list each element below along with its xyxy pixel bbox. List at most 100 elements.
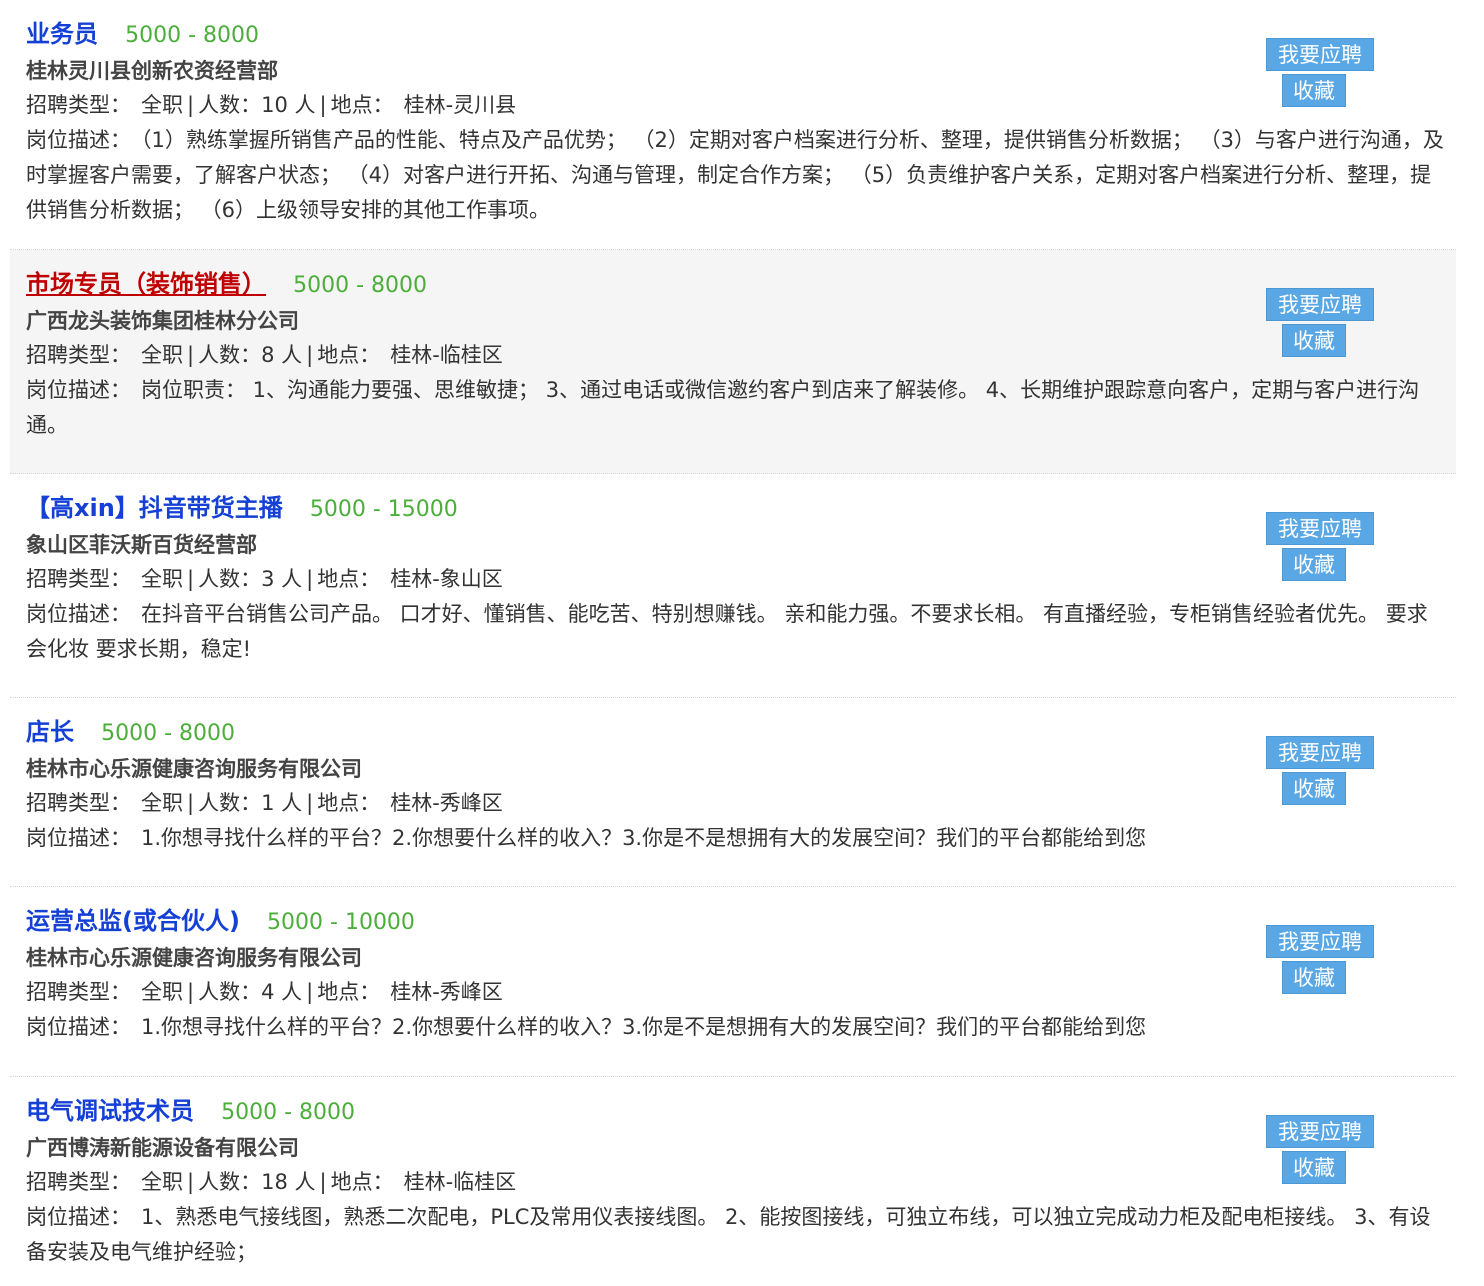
- job-actions: 我要应聘 收藏: [1266, 512, 1374, 581]
- job-description: 岗位描述： 岗位职责： 1、沟通能力要强、思维敏捷； 3、通过电话或微信邀约客户到…: [26, 373, 1456, 443]
- separator: |: [306, 791, 314, 815]
- location-label: 地点：: [317, 343, 381, 367]
- location-label: 地点：: [317, 791, 381, 815]
- count-unit: 人: [294, 93, 316, 117]
- location-label: 地点：: [330, 1170, 394, 1194]
- job-item: 店长 5000 - 8000 桂林市心乐源健康咨询服务有限公司 招聘类型： 全职 |…: [10, 698, 1456, 887]
- desc-label: 岗位描述：: [26, 602, 131, 626]
- count-label: 人数：: [198, 791, 262, 815]
- separator: |: [306, 567, 314, 591]
- job-title-link[interactable]: 业务员: [26, 20, 98, 48]
- job-location: 桂林-秀峰区: [390, 791, 503, 815]
- job-actions: 我要应聘 收藏: [1266, 38, 1374, 107]
- job-count: 10: [261, 93, 288, 117]
- count-unit: 人: [281, 343, 303, 367]
- job-title-link[interactable]: 【高xin】抖音带货主播: [26, 494, 283, 522]
- job-actions: 我要应聘 收藏: [1266, 925, 1374, 994]
- job-meta: 招聘类型： 全职 | 人数：18 人 | 地点： 桂林-临桂区: [26, 1165, 1456, 1200]
- job-location: 桂林-象山区: [390, 567, 503, 591]
- count-label: 人数：: [198, 343, 262, 367]
- company-name: 象山区菲沃斯百货经营部: [26, 533, 257, 557]
- favorite-button[interactable]: 收藏: [1282, 1151, 1346, 1184]
- job-salary: 5000 - 10000: [267, 910, 415, 935]
- type-label: 招聘类型：: [26, 791, 131, 815]
- separator: |: [319, 1170, 327, 1194]
- count-label: 人数：: [198, 980, 262, 1004]
- desc-label: 岗位描述：: [26, 128, 131, 152]
- count-label: 人数：: [198, 1170, 262, 1194]
- desc-label: 岗位描述：: [26, 1205, 131, 1229]
- job-title-row: 运营总监(或合伙人) 5000 - 10000: [26, 901, 1456, 941]
- company-name: 桂林灵川县创新农资经营部: [26, 59, 278, 83]
- job-item: 业务员 5000 - 8000 桂林灵川县创新农资经营部 招聘类型： 全职 | 人数：…: [10, 0, 1456, 250]
- location-label: 地点：: [330, 93, 394, 117]
- apply-button[interactable]: 我要应聘: [1266, 512, 1374, 545]
- separator: |: [306, 343, 314, 367]
- job-description: 岗位描述： 在抖音平台销售公司产品。 口才好、懂销售、能吃苦、特别想赚钱。 亲和能…: [26, 597, 1456, 667]
- job-meta: 招聘类型： 全职 | 人数：3 人 | 地点： 桂林-象山区: [26, 562, 1456, 597]
- job-type: 全职: [141, 980, 183, 1004]
- separator: |: [187, 980, 195, 1004]
- job-item: 运营总监(或合伙人) 5000 - 10000 桂林市心乐源健康咨询服务有限公司…: [10, 887, 1456, 1077]
- job-description: 岗位描述： 1.你想寻找什么样的平台？2.你想要什么样的收入？3.你是不是想拥有大…: [26, 1010, 1456, 1045]
- count-unit: 人: [281, 791, 303, 815]
- separator: |: [306, 980, 314, 1004]
- apply-button[interactable]: 我要应聘: [1266, 288, 1374, 321]
- type-label: 招聘类型：: [26, 93, 131, 117]
- job-meta: 招聘类型： 全职 | 人数：4 人 | 地点： 桂林-秀峰区: [26, 975, 1456, 1010]
- job-description: 岗位描述： 1.你想寻找什么样的平台？2.你想要什么样的收入？3.你是不是想拥有大…: [26, 821, 1456, 856]
- separator: |: [187, 1170, 195, 1194]
- job-count: 3: [261, 567, 275, 591]
- job-list: 业务员 5000 - 8000 桂林灵川县创新农资经营部 招聘类型： 全职 | 人数：…: [10, 0, 1456, 1286]
- job-location: 桂林-临桂区: [403, 1170, 517, 1194]
- count-unit: 人: [294, 1170, 316, 1194]
- job-description: 岗位描述： （1）熟练掌握所销售产品的性能、特点及产品优势； （2）定期对客户档案…: [26, 123, 1456, 228]
- job-type: 全职: [141, 93, 183, 117]
- type-label: 招聘类型：: [26, 567, 131, 591]
- job-type: 全职: [141, 1170, 183, 1194]
- job-salary: 5000 - 15000: [309, 497, 458, 522]
- apply-button[interactable]: 我要应聘: [1266, 736, 1374, 769]
- job-title-link[interactable]: 市场专员（装饰销售）: [26, 270, 266, 298]
- job-title-link[interactable]: 店长: [26, 718, 74, 746]
- job-type: 全职: [141, 791, 183, 815]
- apply-button[interactable]: 我要应聘: [1266, 38, 1374, 71]
- job-salary: 5000 - 8000: [293, 273, 427, 298]
- separator: |: [187, 93, 195, 117]
- job-salary: 5000 - 8000: [125, 23, 259, 48]
- company-name: 桂林市心乐源健康咨询服务有限公司: [26, 757, 362, 781]
- apply-button[interactable]: 我要应聘: [1266, 925, 1374, 958]
- job-desc-text: （1）熟练掌握所销售产品的性能、特点及产品优势； （2）定期对客户档案进行分析、…: [26, 128, 1444, 222]
- favorite-button[interactable]: 收藏: [1282, 324, 1346, 357]
- job-salary: 5000 - 8000: [101, 721, 235, 746]
- job-meta: 招聘类型： 全职 | 人数：1 人 | 地点： 桂林-秀峰区: [26, 786, 1456, 821]
- job-item: 【高xin】抖音带货主播 5000 - 15000 象山区菲沃斯百货经营部 招聘…: [10, 474, 1456, 698]
- count-label: 人数：: [198, 567, 262, 591]
- job-item: 市场专员（装饰销售） 5000 - 8000 广西龙头装饰集团桂林分公司 招聘类…: [10, 250, 1456, 474]
- job-type: 全职: [141, 343, 183, 367]
- job-title-row: 店长 5000 - 8000: [26, 712, 1456, 752]
- separator: |: [187, 791, 195, 815]
- type-label: 招聘类型：: [26, 343, 131, 367]
- job-count: 8: [261, 343, 275, 367]
- favorite-button[interactable]: 收藏: [1282, 961, 1346, 994]
- job-actions: 我要应聘 收藏: [1266, 1115, 1374, 1184]
- location-label: 地点：: [317, 980, 381, 1004]
- job-meta: 招聘类型： 全职 | 人数：8 人 | 地点： 桂林-临桂区: [26, 338, 1456, 373]
- job-title-link[interactable]: 电气调试技术员: [26, 1097, 194, 1125]
- apply-button[interactable]: 我要应聘: [1266, 1115, 1374, 1148]
- favorite-button[interactable]: 收藏: [1282, 74, 1346, 107]
- company-name: 广西博涛新能源设备有限公司: [26, 1136, 299, 1160]
- job-desc-text: 在抖音平台销售公司产品。 口才好、懂销售、能吃苦、特别想赚钱。 亲和能力强。不要…: [26, 602, 1428, 661]
- job-count: 18: [261, 1170, 288, 1194]
- favorite-button[interactable]: 收藏: [1282, 772, 1346, 805]
- job-title-row: 【高xin】抖音带货主播 5000 - 15000: [26, 488, 1456, 528]
- job-desc-text: 1.你想寻找什么样的平台？2.你想要什么样的收入？3.你是不是想拥有大的发展空间…: [141, 1015, 1147, 1039]
- job-location: 桂林-临桂区: [390, 343, 503, 367]
- count-label: 人数：: [198, 93, 262, 117]
- job-type: 全职: [141, 567, 183, 591]
- favorite-button[interactable]: 收藏: [1282, 548, 1346, 581]
- desc-label: 岗位描述：: [26, 1015, 131, 1039]
- job-title-link[interactable]: 运营总监(或合伙人): [26, 907, 240, 935]
- job-desc-text: 1.你想寻找什么样的平台？2.你想要什么样的收入？3.你是不是想拥有大的发展空间…: [141, 826, 1147, 850]
